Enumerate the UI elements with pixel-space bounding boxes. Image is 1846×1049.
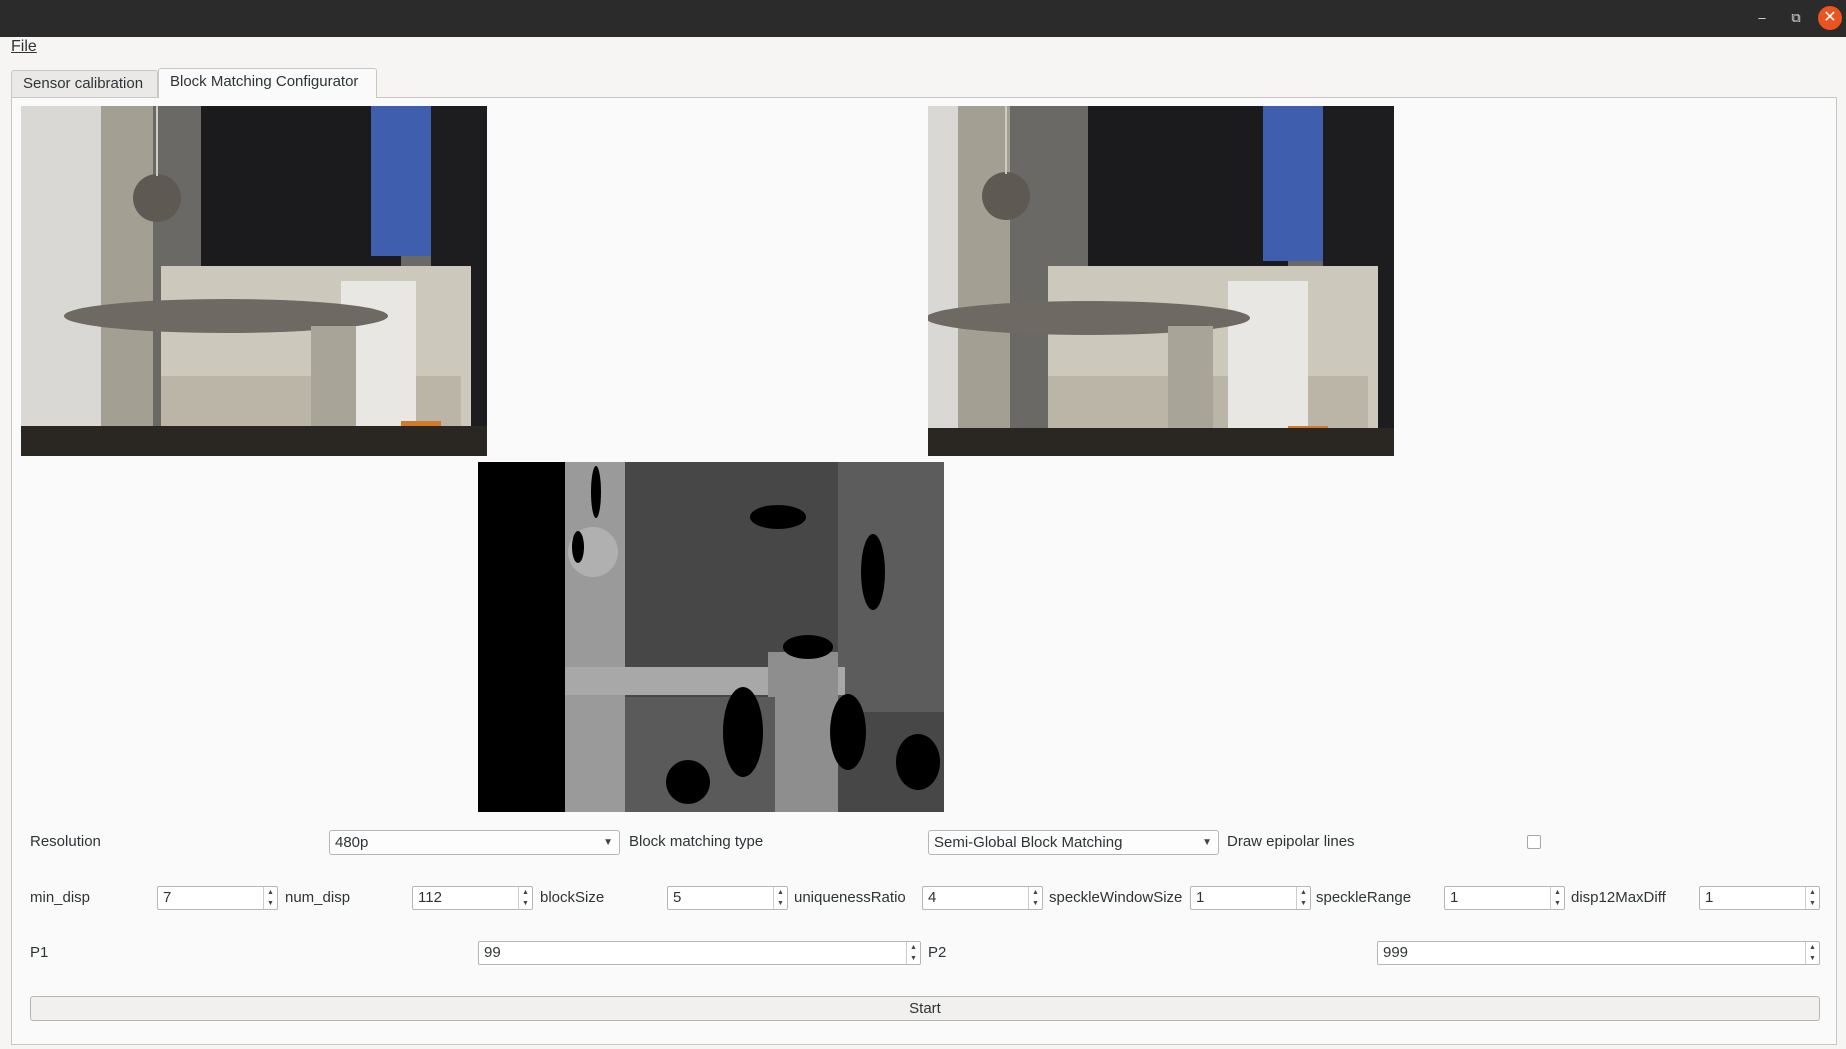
title-bar: – ⧉ ✕ (0, 0, 1846, 37)
spin-arrows-icon[interactable]: ▲ ▼ (1805, 942, 1819, 964)
p1-value: 99 (484, 944, 501, 961)
spin-arrows-icon[interactable]: ▲ ▼ (518, 887, 532, 909)
maximize-icon[interactable]: ⧉ (1784, 6, 1808, 30)
resolution-label: Resolution (30, 833, 101, 850)
resolution-select[interactable]: 480p ▼ (329, 830, 620, 855)
draw-epipolar-label: Draw epipolar lines (1227, 833, 1355, 850)
draw-epipolar-checkbox[interactable] (1527, 835, 1541, 849)
min-disp-label: min_disp (30, 889, 91, 906)
tab-block-matching-configurator[interactable]: Block Matching Configurator (158, 68, 377, 98)
chevron-down-icon: ▼ (1202, 837, 1212, 848)
uniqueness-ratio-label: uniquenessRatio (794, 889, 906, 906)
p2-spinbox[interactable]: 999 ▲ ▼ (1377, 941, 1820, 965)
spin-arrows-icon[interactable]: ▲ ▼ (1296, 887, 1310, 909)
num-disp-spinbox[interactable]: 112 ▲ ▼ (412, 886, 533, 910)
left-camera-image (21, 106, 487, 456)
spin-arrows-icon[interactable]: ▲ ▼ (1805, 887, 1819, 909)
block-matching-type-select[interactable]: Semi-Global Block Matching ▼ (928, 830, 1219, 855)
tab-sensor-calibration[interactable]: Sensor calibration (11, 70, 158, 98)
minimize-icon[interactable]: – (1750, 6, 1774, 30)
speckle-range-spinbox[interactable]: 1 ▲ ▼ (1444, 886, 1565, 910)
p1-label: P1 (30, 944, 49, 961)
block-matching-type-label: Block matching type (629, 833, 764, 850)
speckle-window-size-label: speckleWindowSize (1049, 889, 1183, 906)
speckle-range-value: 1 (1450, 889, 1459, 906)
blocksize-value: 5 (673, 889, 682, 906)
min-disp-spinbox[interactable]: 7 ▲ ▼ (157, 886, 278, 910)
disp12-max-diff-label: disp12MaxDiff (1571, 889, 1666, 906)
block-matching-type-value: Semi-Global Block Matching (934, 834, 1123, 851)
disp12-max-diff-value: 1 (1705, 889, 1714, 906)
p1-spinbox[interactable]: 99 ▲ ▼ (478, 941, 921, 965)
resolution-value: 480p (335, 834, 369, 851)
start-button[interactable]: Start (30, 996, 1820, 1021)
right-camera-image (928, 106, 1394, 456)
spin-arrows-icon[interactable]: ▲ ▼ (773, 887, 787, 909)
num-disp-value: 112 (418, 889, 442, 906)
blocksize-label: blockSize (540, 889, 605, 906)
min-disp-value: 7 (163, 889, 172, 906)
uniqueness-ratio-value: 4 (928, 889, 937, 906)
menu-file[interactable]: File (11, 38, 37, 56)
disp12-max-diff-spinbox[interactable]: 1 ▲ ▼ (1699, 886, 1820, 910)
chevron-down-icon: ▼ (603, 837, 613, 848)
disparity-map-image (478, 462, 944, 812)
num-disp-label: num_disp (285, 889, 351, 906)
speckle-window-size-value: 1 (1196, 889, 1205, 906)
speckle-range-label: speckleRange (1316, 889, 1412, 906)
spin-arrows-icon[interactable]: ▲ ▼ (1028, 887, 1042, 909)
p2-value: 999 (1383, 944, 1409, 961)
spin-arrows-icon[interactable]: ▲ ▼ (1550, 887, 1564, 909)
speckle-window-size-spinbox[interactable]: 1 ▲ ▼ (1190, 886, 1311, 910)
spin-arrows-icon[interactable]: ▲ ▼ (263, 887, 277, 909)
uniqueness-ratio-spinbox[interactable]: 4 ▲ ▼ (922, 886, 1043, 910)
close-icon[interactable]: ✕ (1818, 6, 1842, 30)
blocksize-spinbox[interactable]: 5 ▲ ▼ (667, 886, 788, 910)
p2-label: P2 (928, 944, 947, 961)
spin-arrows-icon[interactable]: ▲ ▼ (906, 942, 920, 964)
menu-bar: File (0, 37, 1846, 59)
